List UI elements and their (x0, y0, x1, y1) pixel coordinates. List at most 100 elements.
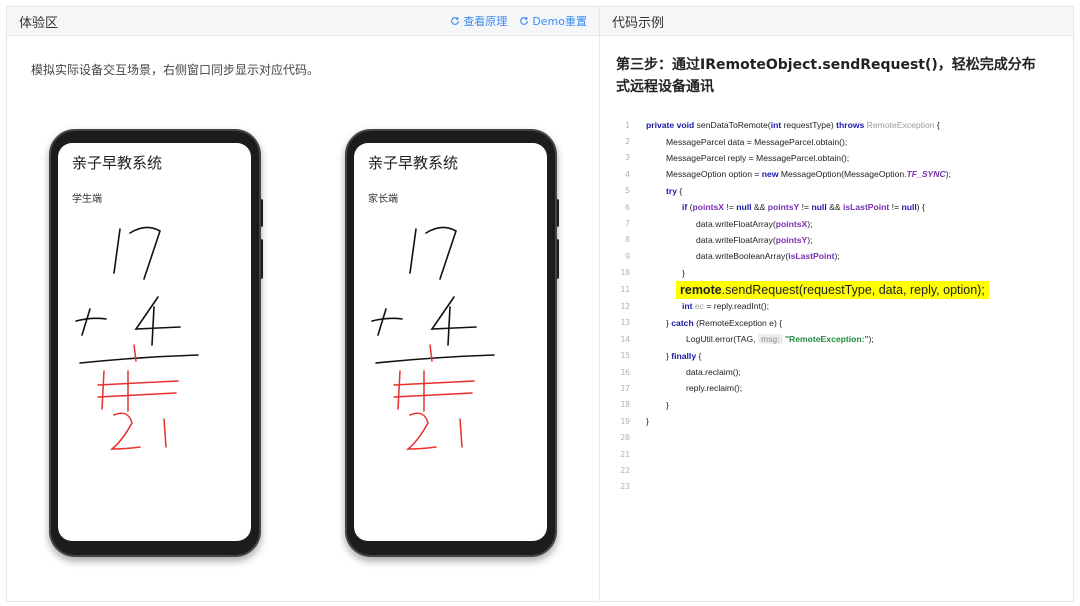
stroke-black (134, 296, 181, 330)
stroke-black (75, 317, 107, 322)
code-line: 20 (616, 429, 1066, 445)
stroke-black (129, 226, 161, 280)
line-number: 19 (620, 416, 630, 426)
highlighted-code: remote.sendRequest(requestType, data, re… (676, 280, 989, 299)
step-title: 第三步：通过IRemoteObject.sendRequest()，轻松完成分布… (616, 57, 1036, 95)
stroke-black (151, 306, 155, 346)
experience-panel-header: 体验区 查看原理 Demo重置 (7, 7, 599, 36)
code-line: 4 MessageOption option = new MessageOpti… (616, 166, 1066, 182)
line-number: 22 (620, 465, 630, 475)
stroke-black (113, 228, 121, 274)
line-number: 8 (625, 235, 630, 245)
stroke-red (397, 370, 401, 410)
line-number: 18 (620, 400, 630, 410)
phone-screen: 亲子早教系统 学生端 (58, 143, 251, 541)
stroke-black (375, 354, 495, 364)
stroke-red (393, 380, 475, 386)
stroke-red (101, 370, 105, 410)
code-line: 19 } (616, 413, 1066, 429)
code-line: 2 MessageParcel data = MessageParcel.obt… (616, 133, 1066, 149)
code-line: 1 private void senDataToRemote(int reque… (616, 117, 1066, 133)
line-number: 9 (625, 251, 630, 261)
parent-phone: 亲子早教系统 家长端 (345, 129, 559, 559)
line-number: 23 (620, 482, 630, 492)
code-line: 14 LogUtil.error(TAG, msg: "RemoteExcept… (616, 331, 1066, 347)
line-number: 17 (620, 383, 630, 393)
line-number: 4 (625, 169, 630, 179)
code-panel-title: 代码示例 (612, 15, 665, 31)
stroke-red (97, 380, 179, 386)
stroke-red (393, 392, 473, 398)
line-number: 16 (620, 367, 630, 377)
stroke-black (79, 354, 199, 364)
phone-screen: 亲子早教系统 家长端 (354, 143, 547, 541)
stroke-red (459, 418, 463, 448)
line-number: 3 (625, 153, 630, 163)
line-number: 15 (620, 351, 630, 361)
code-line: 5 try { (616, 183, 1066, 199)
description-text: 模拟实际设备交互场景，右侧窗口同步显示对应代码。 (31, 63, 320, 77)
phone-body: 亲子早教系统 家长端 (345, 129, 557, 557)
experience-panel: 体验区 查看原理 Demo重置 模拟实际设备交互场景，右侧窗口同步显示对应代码。… (6, 6, 600, 602)
demo-reset-label: Demo重置 (532, 15, 587, 28)
view-principle-label: 查看原理 (463, 15, 508, 28)
code-line: 13 } catch (RemoteException e) { (616, 315, 1066, 331)
code-line: 23 (616, 479, 1066, 495)
stroke-black (409, 228, 417, 274)
stroke-black (430, 296, 477, 330)
stroke-red (405, 412, 437, 450)
line-number: 7 (625, 219, 630, 229)
line-number: 10 (620, 268, 630, 278)
code-line: 18 } (616, 397, 1066, 413)
code-panel-header: 代码示例 (600, 7, 1073, 36)
code-line: 7 data.writeFloatArray(pointsX); (616, 215, 1066, 231)
code-line: 9 data.writeBooleanArray(isLastPoint); (616, 248, 1066, 264)
role-label: 学生端 (72, 194, 102, 205)
handwriting-canvas[interactable] (58, 213, 251, 473)
header-actions: 查看原理 Demo重置 (450, 13, 587, 29)
role-label: 家长端 (368, 194, 398, 205)
app-title: 亲子早教系统 (368, 154, 459, 172)
line-number: 1 (625, 120, 630, 130)
code-line: 17 reply.reclaim(); (616, 380, 1066, 396)
code-line: 6 if (pointsX != null && pointsY != null… (616, 199, 1066, 215)
code-line: 22 (616, 462, 1066, 478)
refresh-icon (451, 17, 460, 25)
code-line: 10 } (616, 265, 1066, 281)
stroke-black (371, 317, 403, 322)
phone-body: 亲子早教系统 学生端 (49, 129, 261, 557)
demo-reset-button[interactable]: Demo重置 (519, 13, 587, 29)
student-phone: 亲子早教系统 学生端 (49, 129, 263, 559)
line-number: 6 (625, 202, 630, 212)
app-title: 亲子早教系统 (72, 154, 163, 172)
stroke-black (425, 226, 457, 280)
experience-panel-title: 体验区 (19, 15, 59, 31)
line-number: 14 (620, 334, 630, 344)
code-line: 3 MessageParcel reply = MessageParcel.ob… (616, 150, 1066, 166)
line-number: 20 (620, 433, 630, 443)
view-principle-button[interactable]: 查看原理 (450, 13, 507, 29)
handwriting-canvas[interactable] (354, 213, 547, 473)
stroke-red (163, 418, 167, 448)
line-number: 11 (620, 285, 630, 295)
stroke-red (109, 412, 141, 450)
line-number: 13 (620, 318, 630, 328)
code-line: 12 int ec = reply.readInt(); (616, 298, 1066, 314)
code-line: 16 data.reclaim(); (616, 364, 1066, 380)
code-line: 21 (616, 446, 1066, 462)
stroke-red (97, 392, 177, 398)
line-number: 21 (620, 449, 630, 459)
refresh-icon (520, 17, 529, 25)
line-number: 12 (620, 301, 630, 311)
stroke-black (447, 306, 451, 346)
stroke-black (377, 308, 387, 336)
stroke-black (81, 308, 91, 336)
code-line: 8 data.writeFloatArray(pointsY); (616, 232, 1066, 248)
param-hint: msg: (757, 334, 783, 345)
line-number: 5 (625, 186, 630, 196)
code-line: 11 remote.sendRequest(requestType, data,… (616, 280, 1066, 299)
line-number: 2 (625, 137, 630, 147)
code-panel: 代码示例 第三步：通过IRemoteObject.sendRequest()，轻… (600, 6, 1074, 602)
code-block: 1 private void senDataToRemote(int reque… (616, 117, 1066, 495)
code-line: 15 } finally { (616, 347, 1066, 363)
